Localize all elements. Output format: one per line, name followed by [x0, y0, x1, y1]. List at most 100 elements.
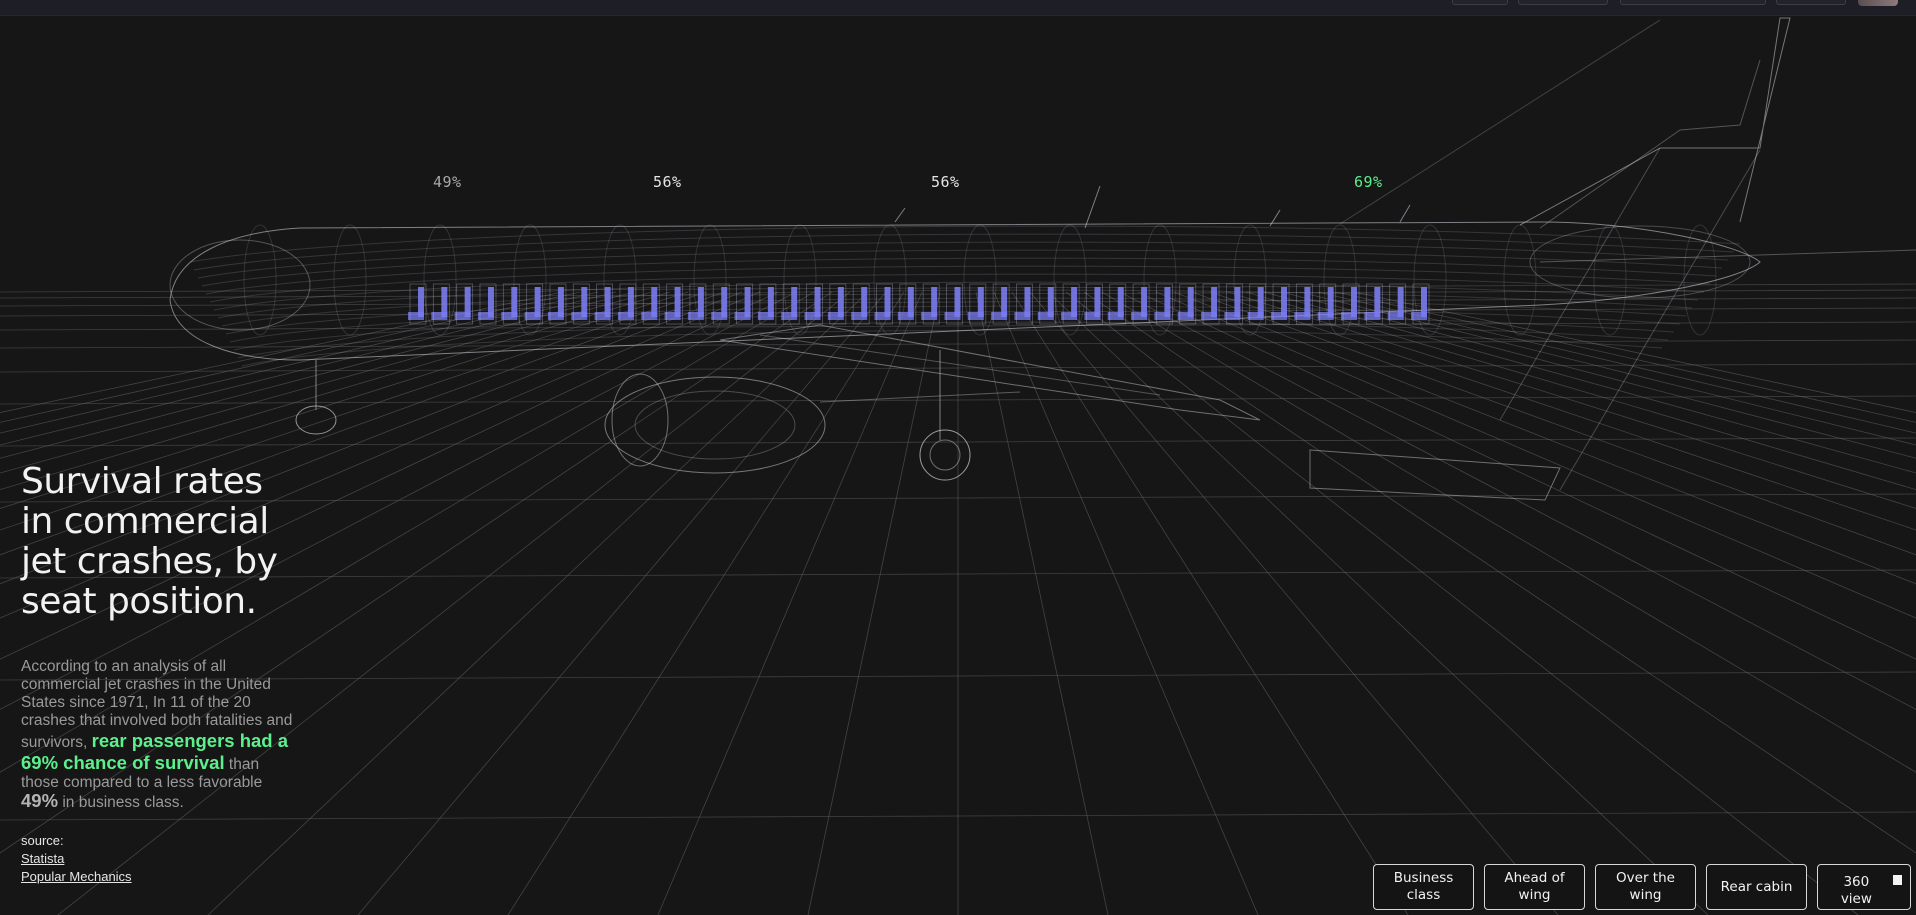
seat-cushion [967, 312, 984, 320]
grid-line [1065, 291, 1859, 915]
seat [734, 283, 753, 325]
seat-cushion [1387, 312, 1404, 320]
seat [757, 283, 777, 325]
grid-line [807, 291, 941, 915]
main-gear-hub [929, 439, 961, 471]
seat [1271, 283, 1290, 325]
seat [921, 283, 940, 325]
rear-cabin-button[interactable]: Rear cabin [1706, 864, 1807, 910]
tail-section [1529, 225, 1751, 299]
seat [827, 283, 847, 325]
ahead-of-wing-button-label: Ahead of wing [1504, 870, 1565, 903]
vertical-stabilizer [1519, 17, 1791, 226]
grid-line [657, 291, 923, 915]
seat-cushion [1177, 312, 1194, 320]
page-title: Survival rates in commercial jet crashes… [21, 461, 278, 622]
seat-cushion [664, 312, 681, 320]
seat-cushion [1084, 312, 1101, 320]
grid-line [1299, 291, 1916, 446]
grid-line [1245, 291, 1916, 491]
seat-cushion [1107, 312, 1124, 320]
description-end: in business class. [58, 794, 184, 811]
seat-cushion [851, 312, 868, 320]
over-the-wing-button-label: Over the wing [1616, 870, 1675, 903]
visualization-stage[interactable]: 49% 56% 56% 69% Survival rates in commer… [0, 0, 1916, 915]
seat-cushion [1131, 312, 1148, 320]
ahead-of-wing-button[interactable]: Ahead of wing [1484, 864, 1585, 910]
zone-label-ahead-of-wing: 56% [653, 173, 682, 191]
seat-cushion [921, 312, 938, 320]
grid-line [1353, 291, 1916, 413]
seat [1177, 283, 1197, 325]
engine-intake [611, 373, 669, 467]
seat-cushion [1037, 312, 1054, 320]
zone-label-rear-cabin: 69% [1354, 173, 1383, 191]
grid-line [1011, 291, 1409, 915]
seat-cushion [734, 312, 751, 320]
seat-cushion [944, 312, 961, 320]
grid-line [507, 291, 905, 915]
description-number: 49% [21, 790, 59, 811]
seat-cushion [1201, 312, 1218, 320]
view-360-toggle[interactable]: 360 view [1817, 864, 1911, 910]
seat-cushion [991, 312, 1008, 320]
antenna [1084, 185, 1101, 229]
grid-line [993, 291, 1259, 915]
seat-cushion [1014, 312, 1031, 320]
grid-line [1281, 291, 1916, 459]
view-360-checkbox[interactable] [1892, 875, 1902, 885]
fuselage-frame [1593, 224, 1627, 336]
description: According to an analysis of all commerci… [21, 658, 301, 812]
seat-cushion [1364, 312, 1381, 320]
seat-cushion [1271, 312, 1288, 320]
wing [719, 324, 1261, 421]
business-class-button[interactable]: Business class [1373, 864, 1474, 910]
main-gear-wheel [919, 429, 971, 481]
grid-line [1317, 291, 1916, 434]
seat-cushion [711, 312, 728, 320]
seat-cushion [1224, 312, 1241, 320]
seat [711, 283, 730, 325]
seat [664, 283, 683, 325]
grid-line [1191, 291, 1916, 556]
seat-cushion [897, 312, 914, 320]
seat-cushion [1317, 312, 1334, 320]
rear-cabin-button-label: Rear cabin [1720, 878, 1793, 895]
seat-cushion [594, 312, 611, 320]
zone-label-business-class: 49% [433, 173, 462, 191]
seat [851, 283, 870, 325]
source-label: source: [21, 833, 64, 848]
seat-cushion [1341, 312, 1358, 320]
grid-line [1047, 291, 1709, 915]
grid-line [1335, 291, 1916, 423]
seat-cushion [804, 312, 821, 320]
zone-label-over-the-wing: 56% [931, 173, 960, 191]
fuselage-stringer [237, 321, 1669, 359]
seat-cushion [571, 312, 588, 320]
seat [1364, 283, 1383, 325]
seat-cushion [1247, 312, 1264, 320]
seat-cushion [687, 312, 704, 320]
info-panel: Survival rates in commercial jet crashes… [21, 462, 301, 886]
seat-cushion [874, 312, 891, 320]
seat [1224, 283, 1243, 325]
seat-rows [408, 283, 1430, 325]
seat [1294, 283, 1313, 325]
seat [897, 283, 917, 325]
antenna [1399, 204, 1411, 223]
grid-line [1029, 291, 1559, 915]
tail-rigging-line [1339, 19, 1661, 225]
source-link-popular-mechanics[interactable]: Popular Mechanics [21, 868, 301, 886]
grid-line [207, 291, 869, 915]
over-the-wing-button[interactable]: Over the wing [1595, 864, 1696, 910]
seat [874, 283, 893, 325]
vertical-stabilizer-inner [1539, 59, 1761, 229]
grid-line [1101, 291, 1916, 773]
business-class-button-label: Business class [1393, 870, 1454, 903]
grid-line [975, 291, 1109, 915]
source-link-statista[interactable]: Statista [21, 850, 301, 868]
view-360-label: 360 view [1840, 874, 1872, 907]
seat-cushion [1061, 312, 1078, 320]
seat [1341, 283, 1360, 325]
seat-cushion [1294, 312, 1311, 320]
